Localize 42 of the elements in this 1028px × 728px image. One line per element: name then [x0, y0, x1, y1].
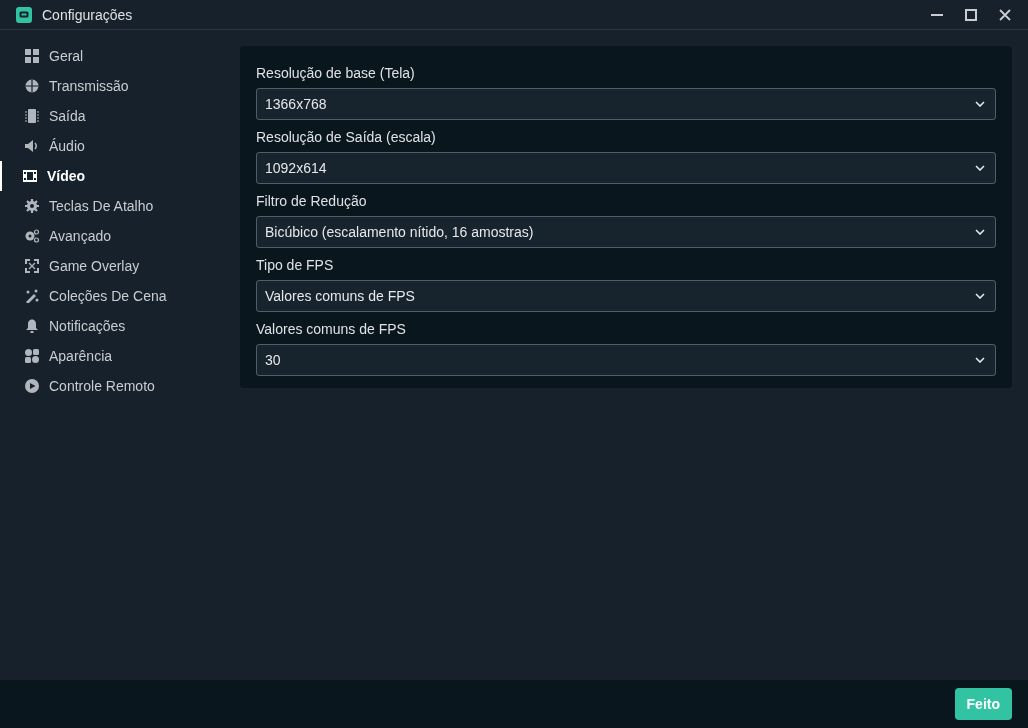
- sidebar-item[interactable]: Avançado: [0, 221, 240, 251]
- field-label: Valores comuns de FPS: [256, 320, 407, 339]
- play-icon: [25, 379, 39, 393]
- field-label: Filtro de Redução: [256, 192, 368, 211]
- window-title: Configurações: [42, 6, 133, 23]
- chevron-down-icon: [975, 101, 985, 107]
- close-icon[interactable]: [999, 8, 1011, 21]
- sidebar-item[interactable]: Transmissão: [0, 71, 240, 101]
- film-icon: [23, 169, 37, 183]
- sidebar-item[interactable]: Aparência: [0, 341, 240, 371]
- field-label: Resolução de Saída (escala): [256, 128, 437, 147]
- speaker-icon: [25, 139, 39, 153]
- sidebar-item[interactable]: Coleções De Cena: [0, 281, 240, 311]
- globe-icon: [25, 79, 39, 93]
- sidebar-item[interactable]: Áudio: [0, 131, 240, 161]
- wand-icon: [25, 289, 39, 303]
- chevron-down-icon: [975, 357, 985, 363]
- chevron-down-icon: [975, 229, 985, 235]
- grid-icon: [25, 49, 39, 63]
- sidebar-item[interactable]: Teclas De Atalho: [0, 191, 240, 221]
- sidebar-item[interactable]: Controle Remoto: [0, 371, 240, 401]
- dropdown-field[interactable]: 30: [256, 344, 996, 376]
- gears-icon: [25, 229, 39, 243]
- field-label: Tipo de FPS: [256, 256, 335, 275]
- shapes-icon: [25, 349, 39, 363]
- dropdown-field[interactable]: 1092x614: [256, 152, 996, 184]
- expand-icon: [25, 259, 39, 273]
- field-label: Resolução de base (Tela): [256, 64, 416, 83]
- dropdown-field[interactable]: 1366x768: [256, 88, 996, 120]
- sidebar-item[interactable]: Saída: [0, 101, 240, 131]
- gear-icon: [25, 199, 39, 213]
- dropdown-field[interactable]: Valores comuns de FPS: [256, 280, 996, 312]
- sidebar-item[interactable]: Geral: [0, 41, 240, 71]
- bell-icon: [25, 319, 39, 333]
- chevron-down-icon: [975, 165, 985, 171]
- chip-icon: [25, 109, 39, 123]
- maximize-icon[interactable]: [965, 8, 977, 21]
- chevron-down-icon: [975, 293, 985, 299]
- app-logo-icon: [16, 6, 32, 23]
- dropdown-field[interactable]: Bicúbico (escalamento nítido, 16 amostras): [256, 216, 996, 248]
- sidebar-item[interactable]: Game Overlay: [0, 251, 240, 281]
- sidebar-item[interactable]: Notificações: [0, 311, 240, 341]
